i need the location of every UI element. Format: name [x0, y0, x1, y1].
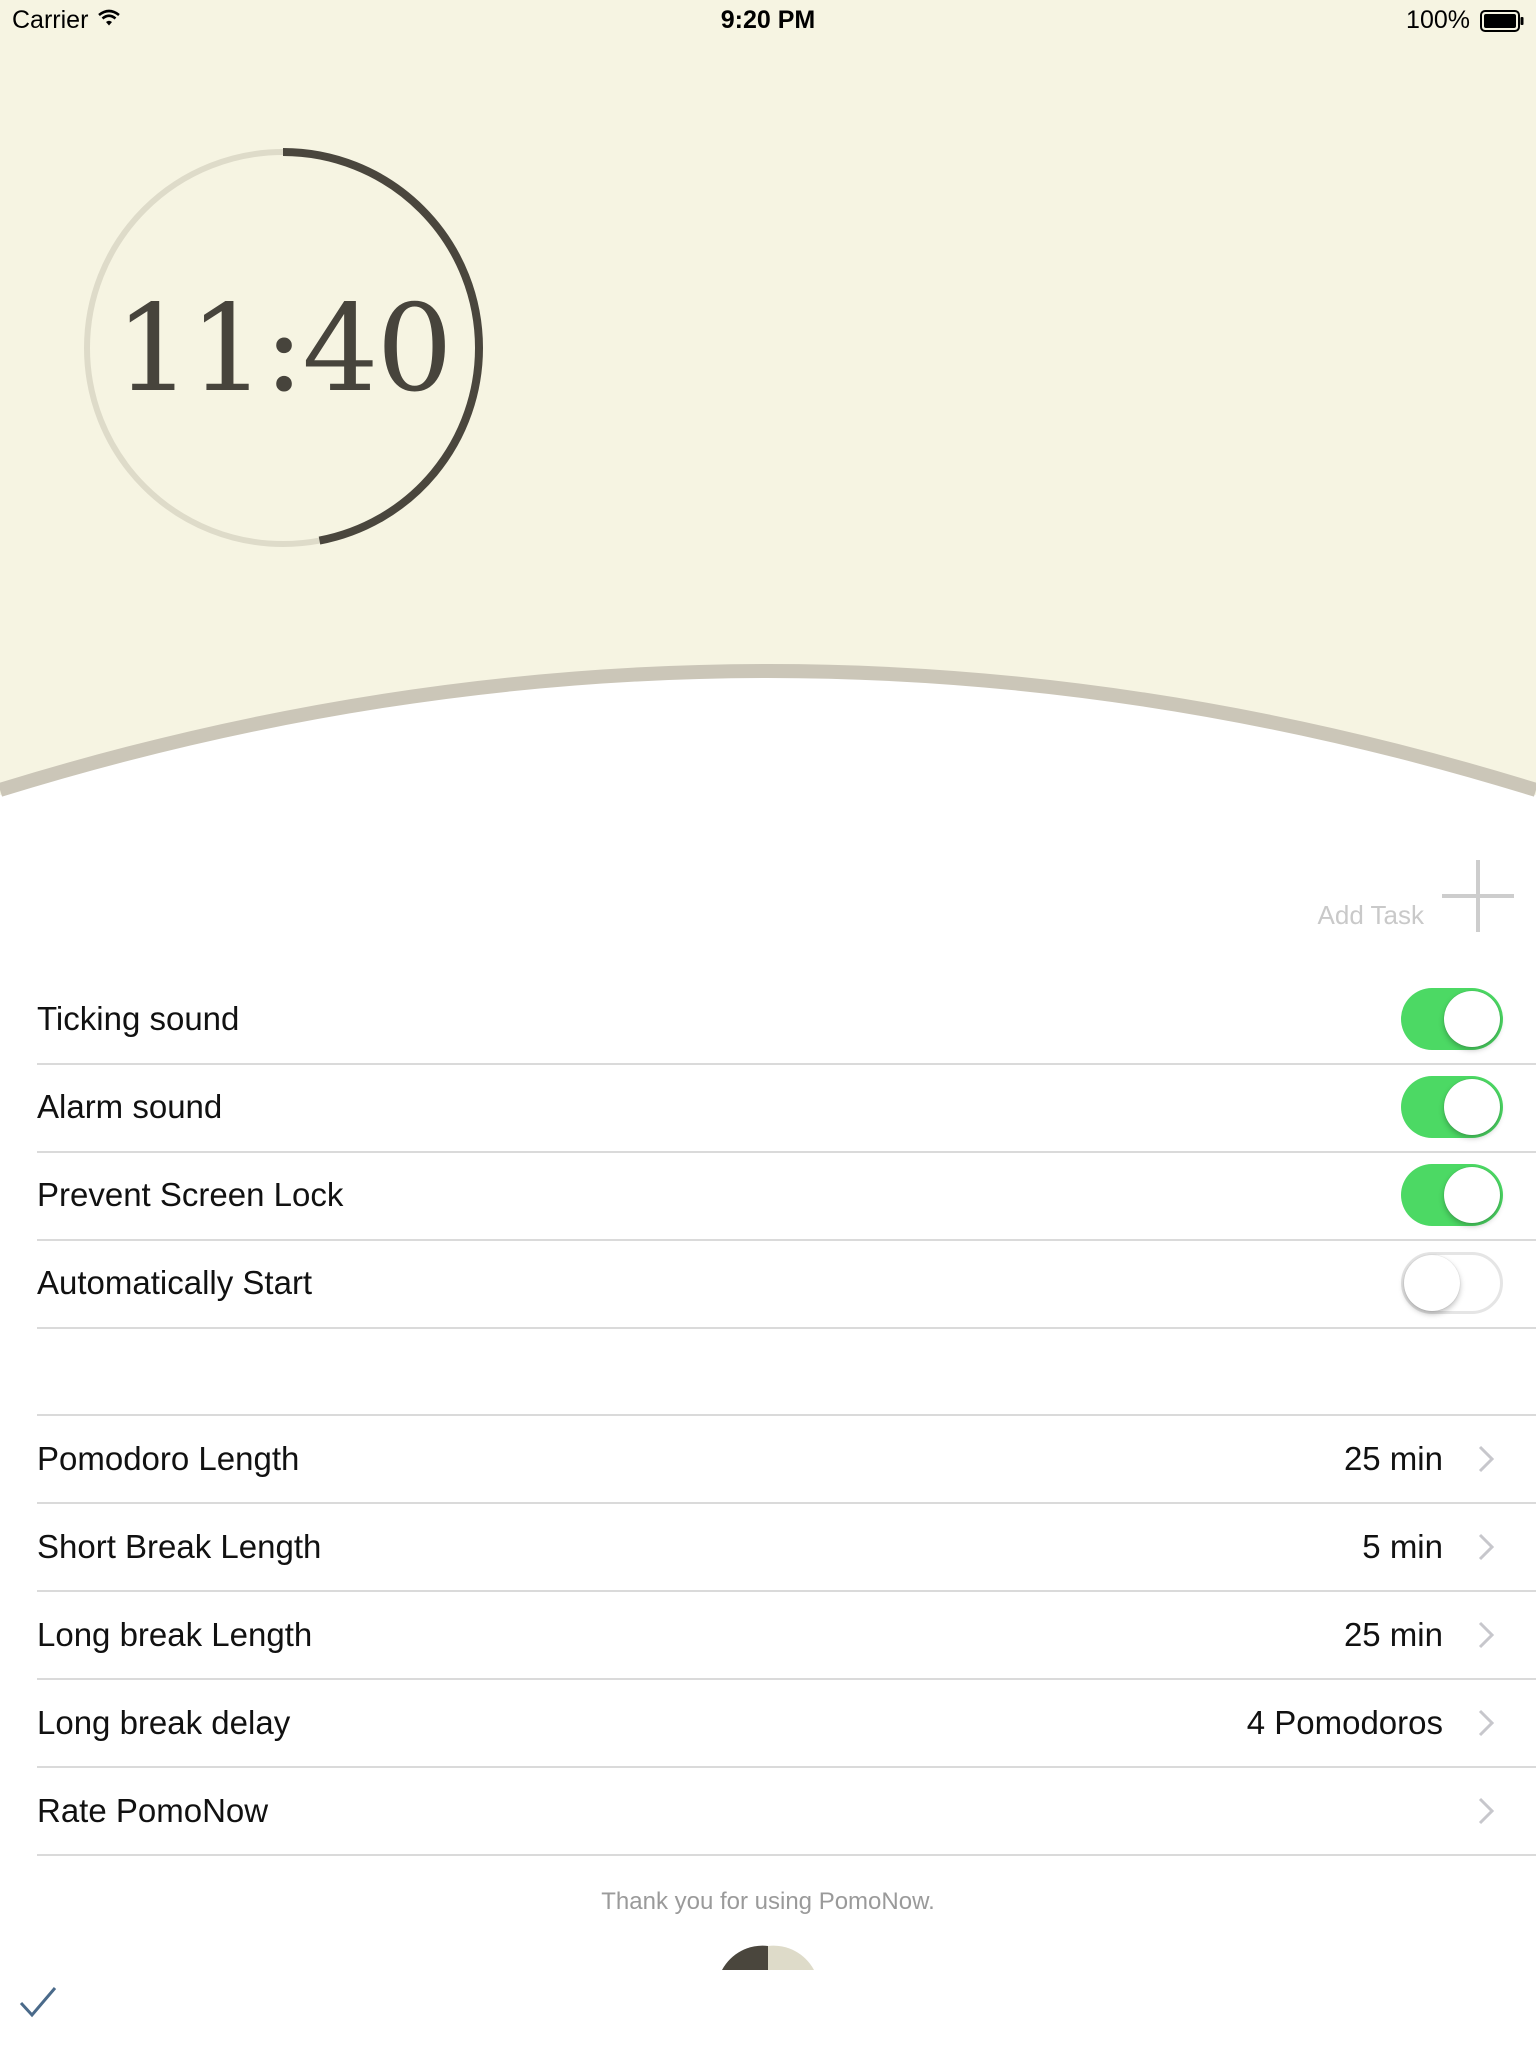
divider	[37, 1854, 1536, 1856]
add-task-label: Add Task	[1317, 900, 1424, 930]
battery-percent: 100%	[1406, 6, 1470, 34]
timer-display[interactable]: 11:40	[83, 270, 483, 430]
long-break-length-label: Long break Length	[37, 1616, 313, 1653]
chevron-right-icon	[1478, 1445, 1494, 1473]
short-break-length-value: 5 min	[1362, 1528, 1443, 1565]
row-rate-pomonow[interactable]: Rate PomoNow	[0, 1767, 1536, 1855]
long-break-length-value: 25 min	[1343, 1616, 1443, 1653]
checkmark-icon[interactable]	[18, 1985, 58, 2019]
toggle-knob	[1444, 1167, 1500, 1223]
ticking-sound-label: Ticking sound	[37, 1000, 240, 1037]
app-logo-partial	[722, 1945, 814, 1970]
row-automatically-start[interactable]: Automatically Start	[0, 1239, 1536, 1327]
row-long-break-delay[interactable]: Long break delay 4 Pomodoros	[0, 1679, 1536, 1767]
thank-you-message: Thank you for using PomoNow.	[601, 1888, 935, 1915]
prevent-screen-lock-label: Prevent Screen Lock	[37, 1176, 344, 1213]
long-break-delay-value: 4 Pomodoros	[1246, 1704, 1443, 1741]
toggle-knob	[1444, 1079, 1500, 1135]
row-long-break-length[interactable]: Long break Length 25 min	[0, 1591, 1536, 1679]
plus-icon	[1442, 860, 1514, 932]
alarm-sound-label: Alarm sound	[37, 1088, 223, 1125]
chevron-right-icon	[1478, 1621, 1494, 1649]
chevron-right-icon	[1478, 1709, 1494, 1737]
pomodoro-length-value: 25 min	[1343, 1440, 1443, 1477]
ticking-sound-toggle[interactable]	[1401, 988, 1503, 1050]
row-alarm-sound[interactable]: Alarm sound	[0, 1063, 1536, 1151]
panel-arc	[0, 664, 1536, 830]
row-prevent-screen-lock[interactable]: Prevent Screen Lock	[0, 1151, 1536, 1239]
chevron-right-icon	[1478, 1533, 1494, 1561]
row-pomodoro-length[interactable]: Pomodoro Length 25 min	[0, 1415, 1536, 1503]
row-short-break-length[interactable]: Short Break Length 5 min	[0, 1503, 1536, 1591]
toggle-knob	[1404, 1255, 1460, 1311]
row-ticking-sound[interactable]: Ticking sound	[0, 975, 1536, 1063]
toggle-knob	[1444, 991, 1500, 1047]
automatically-start-toggle[interactable]	[1401, 1252, 1503, 1314]
alarm-sound-toggle[interactable]	[1401, 1076, 1503, 1138]
short-break-length-label: Short Break Length	[37, 1528, 322, 1565]
divider	[37, 1327, 1536, 1329]
add-task-button[interactable]: Add Task	[1296, 858, 1516, 938]
prevent-screen-lock-toggle[interactable]	[1401, 1164, 1503, 1226]
battery-icon	[1480, 10, 1524, 32]
automatically-start-label: Automatically Start	[37, 1264, 313, 1301]
long-break-delay-label: Long break delay	[37, 1704, 291, 1741]
rate-pomonow-label: Rate PomoNow	[37, 1792, 269, 1829]
pomodoro-length-label: Pomodoro Length	[37, 1440, 300, 1477]
chevron-right-icon	[1478, 1797, 1494, 1825]
